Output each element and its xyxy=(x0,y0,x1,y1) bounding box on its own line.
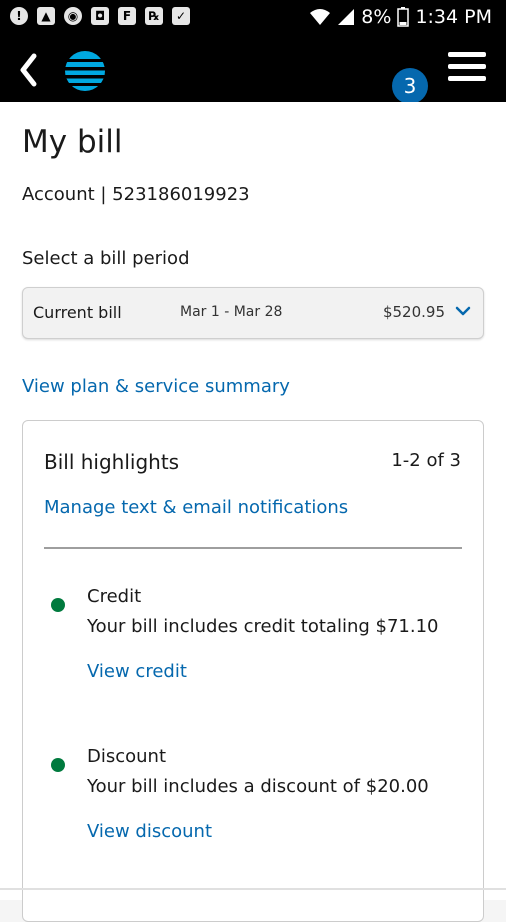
flipboard-icon: F xyxy=(118,7,136,25)
status-dot-icon xyxy=(51,598,65,612)
battery-percent: 8% xyxy=(361,6,392,28)
shield-wifi-icon: ◉ xyxy=(64,7,82,25)
clock: 1:34 PM xyxy=(415,6,492,28)
chevron-left-icon xyxy=(20,53,37,87)
status-bar: ! ▲ ◉ ◘ F ℞ ✓ 8% 1:34 PM xyxy=(0,0,506,36)
highlight-description: Your bill includes a discount of $20.00 xyxy=(87,776,429,797)
bill-period-dropdown[interactable]: Current bill Mar 1 - Mar 28 $520.95 xyxy=(22,287,484,339)
camera-icon: ◘ xyxy=(91,7,109,25)
view-discount-link[interactable]: View discount xyxy=(87,821,212,842)
back-button[interactable] xyxy=(16,50,42,90)
prescription-icon: ℞ xyxy=(145,7,163,25)
notification-icons: ! ▲ ◉ ◘ F ℞ ✓ xyxy=(10,7,190,25)
status-right: 8% 1:34 PM xyxy=(309,6,492,28)
bill-highlights-card: Bill highlights 1-2 of 3 Manage text & e… xyxy=(22,420,484,922)
main-content: My bill Account | 523186019923 Select a … xyxy=(0,102,506,922)
notification-badge[interactable]: 3 xyxy=(392,68,428,104)
battery-icon xyxy=(397,7,410,27)
bill-period-name: Current bill xyxy=(33,303,122,322)
bill-period-amount: $520.95 xyxy=(382,303,445,321)
hamburger-menu-icon[interactable] xyxy=(448,52,486,86)
signal-icon xyxy=(338,9,355,25)
page-title: My bill xyxy=(22,124,123,160)
clipboard-check-icon: ✓ xyxy=(172,7,190,25)
plan-summary-link[interactable]: View plan & service summary xyxy=(22,376,290,397)
highlights-count: 1-2 of 3 xyxy=(391,450,461,471)
highlight-description: Your bill includes credit totaling $71.1… xyxy=(87,616,439,637)
highlight-item-discount: Discount Your bill includes a discount o… xyxy=(23,746,483,866)
manage-notifications-link[interactable]: Manage text & email notifications xyxy=(44,497,348,518)
bill-period-dates: Mar 1 - Mar 28 xyxy=(180,304,283,320)
wifi-icon xyxy=(310,9,331,25)
divider xyxy=(44,547,462,549)
image-icon: ▲ xyxy=(37,7,55,25)
bill-period-label: Select a bill period xyxy=(22,248,190,269)
alert-icon: ! xyxy=(10,7,28,25)
view-credit-link[interactable]: View credit xyxy=(87,661,187,682)
att-globe-logo[interactable] xyxy=(64,50,106,96)
highlight-item-credit: Credit Your bill includes credit totalin… xyxy=(23,586,483,706)
account-number: Account | 523186019923 xyxy=(22,184,250,205)
bottom-divider xyxy=(0,888,506,890)
chevron-down-icon xyxy=(455,306,471,316)
status-dot-icon xyxy=(51,758,65,772)
highlight-title: Credit xyxy=(87,586,142,607)
app-header: 3 xyxy=(0,36,506,104)
highlights-title: Bill highlights xyxy=(44,450,180,474)
highlight-title: Discount xyxy=(87,746,167,767)
